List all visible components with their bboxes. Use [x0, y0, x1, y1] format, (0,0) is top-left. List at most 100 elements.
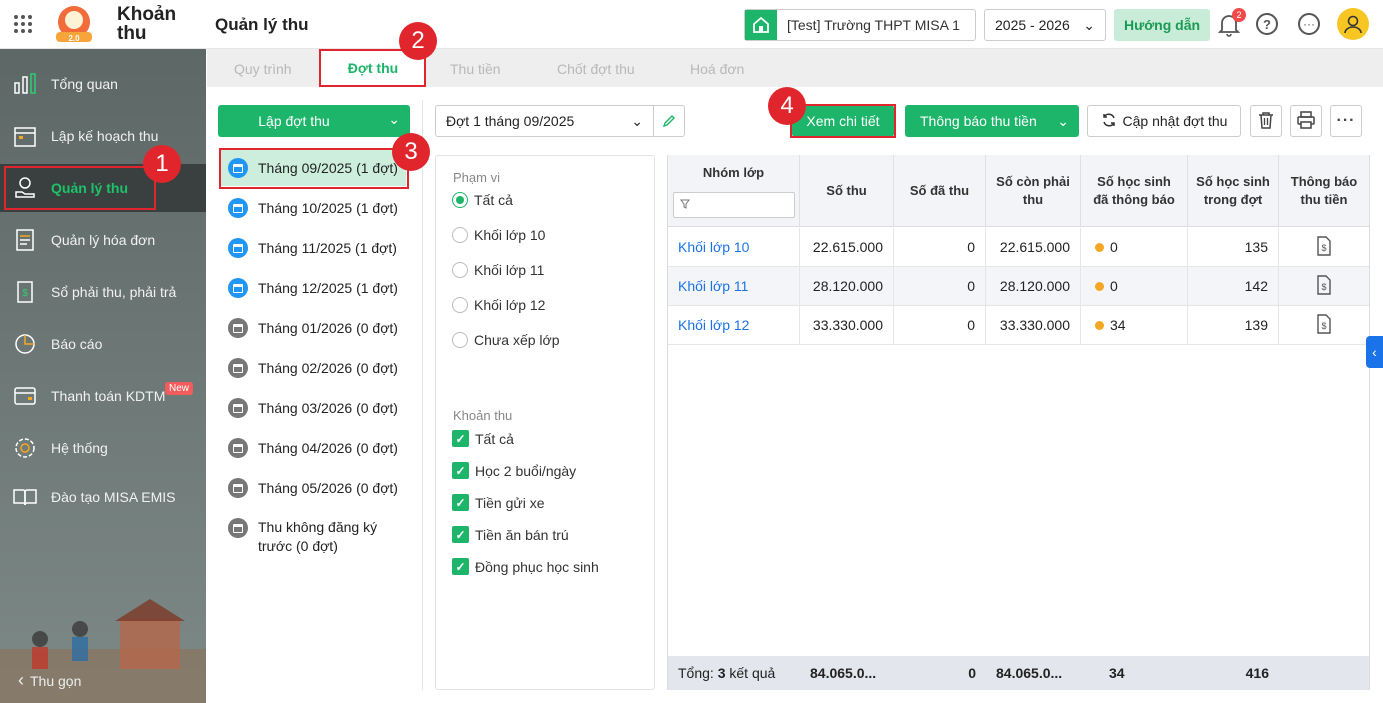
period-item[interactable]: Tháng 01/2026 (0 đợt)	[220, 310, 406, 346]
scope-option[interactable]: Chưa xếp lớp	[452, 332, 559, 348]
tab-chot-dot-thu[interactable]: Chốt đợt thu	[557, 61, 635, 77]
column-filter-input[interactable]	[672, 192, 795, 218]
period-label-line: Thu không đăng ký	[258, 519, 378, 535]
help-icon[interactable]: ?	[1256, 13, 1278, 35]
batch-select-value: Đợt 1 tháng 09/2025	[446, 113, 575, 129]
status-dot	[1095, 242, 1104, 252]
guide-button[interactable]: Hướng dẫn	[1114, 9, 1210, 41]
fee-option[interactable]: ✓ Đồng phục học sinh	[452, 558, 599, 575]
period-item-unregistered[interactable]: Thu không đăng ký trước (0 đợt)	[220, 518, 406, 558]
scope-option[interactable]: Khối lớp 10	[452, 227, 545, 243]
footer-count: 3	[717, 665, 726, 681]
period-item[interactable]: Tháng 05/2026 (0 đợt)	[220, 470, 406, 506]
period-item[interactable]: Tháng 11/2025 (1 đợt)	[220, 230, 406, 266]
tab-quy-trinh[interactable]: Quy trình	[234, 61, 292, 77]
checkbox-checked-icon[interactable]: ✓	[452, 558, 469, 575]
period-item[interactable]: Tháng 03/2026 (0 đợt)	[220, 390, 406, 426]
checkbox-checked-icon[interactable]: ✓	[452, 526, 469, 543]
tab-hoa-don[interactable]: Hoá đơn	[690, 61, 744, 77]
sidebar-item-label: Tổng quan	[51, 76, 118, 92]
sidebar-item-so-phai-thu[interactable]: $ Sổ phải thu, phải trả	[0, 268, 206, 316]
notification-badge: 2	[1232, 8, 1246, 22]
update-batch-button[interactable]: Cập nhật đợt thu	[1087, 105, 1241, 137]
period-label: Tháng 04/2026 (0 đợt)	[258, 440, 398, 456]
chevron-down-icon[interactable]: ⌄	[1057, 113, 1079, 130]
tab-thu-tien[interactable]: Thu tiền	[450, 61, 501, 77]
sidebar-item-tong-quan[interactable]: Tổng quan	[0, 60, 206, 108]
checkbox-checked-icon[interactable]: ✓	[452, 430, 469, 447]
table-cell-notify[interactable]: $	[1279, 267, 1369, 306]
sidebar-item-label: Hệ thống	[51, 440, 108, 456]
sidebar-item-label: Báo cáo	[51, 336, 103, 352]
more-actions-button[interactable]: ···	[1330, 105, 1362, 137]
highlight-box	[790, 104, 896, 138]
period-item[interactable]: Tháng 12/2025 (1 đợt)	[220, 270, 406, 306]
edit-icon[interactable]	[653, 106, 684, 136]
scope-option[interactable]: Khối lớp 11	[452, 262, 544, 278]
printer-icon	[1296, 110, 1316, 132]
period-item[interactable]: Tháng 10/2025 (1 đợt)	[220, 190, 406, 226]
fee-label: Khoản thu	[453, 408, 513, 423]
checkbox-checked-icon[interactable]: ✓	[452, 462, 469, 479]
notified-value: 0	[1110, 278, 1118, 294]
expand-panel-handle[interactable]: ‹	[1366, 336, 1383, 368]
batch-select[interactable]: Đợt 1 tháng 09/2025 ⌄	[435, 105, 685, 137]
more-icon[interactable]: ···	[1298, 13, 1320, 35]
radio-button[interactable]	[452, 192, 468, 208]
table-footer-empty	[1279, 656, 1369, 690]
calendar-icon	[12, 123, 38, 149]
notify-button[interactable]: Thông báo thu tiền ⌄	[905, 105, 1079, 137]
app-grid-icon[interactable]	[14, 15, 32, 33]
invoice-dollar-icon[interactable]: $	[1316, 235, 1332, 259]
sidebar-item-bao-cao[interactable]: Báo cáo	[0, 320, 206, 368]
sidebar-item-he-thong[interactable]: Hệ thống	[0, 424, 206, 472]
chevron-down-icon[interactable]: ⌄	[388, 111, 400, 128]
table-footer-paid: 0	[894, 656, 986, 690]
delete-button[interactable]	[1250, 105, 1282, 137]
footer-prefix: Tổng:	[678, 665, 714, 681]
scope-option[interactable]: Tất cả	[452, 192, 513, 208]
table-cell-remaining: 28.120.000	[986, 267, 1081, 306]
print-button[interactable]	[1290, 105, 1322, 137]
radio-button[interactable]	[452, 297, 468, 313]
table-footer-remaining: 84.065.0...	[986, 656, 1081, 690]
collapse-sidebar-button[interactable]: ‹ Thu gọn	[18, 670, 81, 691]
school-selector[interactable]: [Test] Trường THPT MISA 1	[744, 9, 976, 41]
sidebar-item-dao-tao[interactable]: Đào tạo MISA EMIS	[0, 473, 206, 521]
calendar-icon	[228, 478, 248, 498]
checkbox-checked-icon[interactable]: ✓	[452, 494, 469, 511]
table-cell-remaining: 33.330.000	[986, 306, 1081, 345]
scope-option[interactable]: Khối lớp 12	[452, 297, 545, 313]
sidebar-item-thanh-toan-kdtm[interactable]: Thanh toán KDTM New	[0, 372, 206, 420]
table-cell-notify[interactable]: $	[1279, 306, 1369, 345]
app-logo: 2.0	[46, 4, 106, 44]
radio-button[interactable]	[452, 262, 468, 278]
invoice-dollar-icon[interactable]: $	[1316, 313, 1332, 337]
calendar-icon	[228, 198, 248, 218]
avatar[interactable]	[1337, 8, 1369, 40]
column-header-paid: Số đã thu	[894, 155, 986, 227]
table-cell-group[interactable]: Khối lớp 11	[668, 267, 800, 306]
update-label: Cập nhật đợt thu	[1122, 113, 1228, 129]
sidebar-item-quan-ly-hoa-don[interactable]: Quản lý hóa đơn	[0, 216, 206, 264]
table-cell-group[interactable]: Khối lớp 10	[668, 228, 800, 267]
step-marker: 4	[768, 87, 806, 125]
table-cell-group[interactable]: Khối lớp 12	[668, 306, 800, 345]
radio-button[interactable]	[452, 332, 468, 348]
notify-label: Thông báo thu tiền	[920, 113, 1037, 129]
invoice-dollar-icon[interactable]: $	[1316, 274, 1332, 298]
period-item[interactable]: Tháng 04/2026 (0 đợt)	[220, 430, 406, 466]
calendar-icon	[228, 358, 248, 378]
app-title: Khoản thu	[117, 4, 177, 44]
radio-button[interactable]	[452, 227, 468, 243]
fee-option[interactable]: ✓ Tiền ăn bán trú	[452, 526, 569, 543]
year-select[interactable]: 2025 - 2026 ⌄	[984, 9, 1106, 41]
fee-option[interactable]: ✓ Học 2 buổi/ngày	[452, 462, 576, 479]
table-cell-notify[interactable]: $	[1279, 228, 1369, 267]
fee-option[interactable]: ✓ Tất cả	[452, 430, 514, 447]
table-cell-paid: 0	[894, 228, 986, 267]
fee-option[interactable]: ✓ Tiền gửi xe	[452, 494, 545, 511]
create-batch-button[interactable]: Lập đợt thu ⌄	[218, 105, 410, 137]
period-item[interactable]: Tháng 02/2026 (0 đợt)	[220, 350, 406, 386]
calendar-icon	[228, 278, 248, 298]
